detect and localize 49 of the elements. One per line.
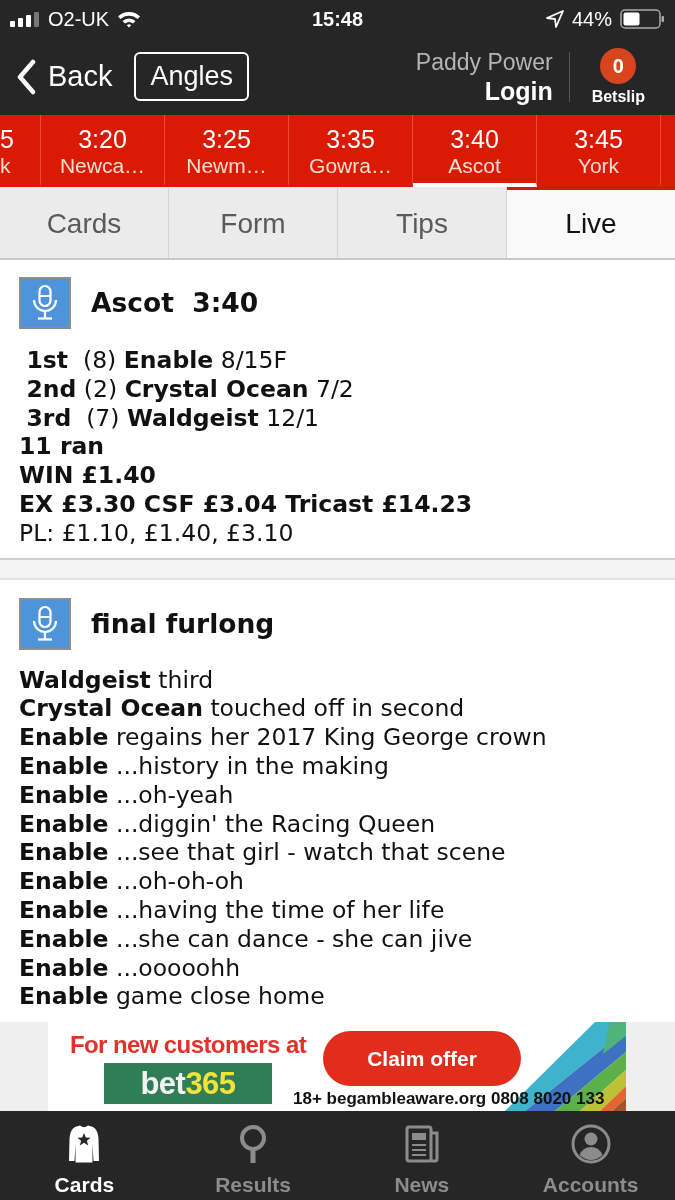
location-arrow-icon [545,10,564,28]
result-summary: 11 ran [19,432,105,462]
wifi-icon [117,10,142,28]
claim-offer-button[interactable]: Claim offer [323,1031,521,1086]
section-tab[interactable]: Live [507,187,675,258]
logo-text: bet365 [140,1065,236,1102]
account-icon [570,1124,611,1164]
signal-icon [10,11,40,27]
commentary-line: Crystal Ocean touched off in second [19,694,465,724]
section-tab[interactable]: Cards [0,187,169,258]
commentary-line: Enable regains her 2017 King George crown [19,723,547,752]
result-line: 3rd (7) Waldgeist 12/1 [25,403,320,433]
result-summary: EX £3.30 CSF £3.04 Tricast £14.23 [19,490,473,519]
section-tab[interactable]: Form [169,187,338,258]
commentary-line: Enable game close home [19,982,325,1012]
brand-name: Paddy Power [415,47,553,76]
chevron-left-icon [15,58,37,95]
result-summary: WIN £1.40 [19,461,156,490]
commentary-line: Enable ...diggin' the Racing Queen [19,809,436,839]
battery-percent: 44% [571,7,612,32]
post-title: final furlong [91,606,275,641]
microphone-icon [19,277,71,329]
commentary-line: Enable ...oh-yeah [19,780,234,810]
back-button[interactable]: Back [15,54,113,99]
commentary-line: Enable ...having the time of her life [19,895,445,925]
angles-button[interactable]: Angles [134,52,250,101]
result-line: 1st (8) Enable 8/15F [25,346,287,375]
commentary-line: Enable ...oh-oh-oh [19,867,244,896]
count-badge: 0 [600,47,637,84]
commentary-line: Enable ...ooooohh [19,953,241,983]
nav-tab[interactable]: Accounts [506,1111,675,1200]
nav-tab[interactable]: News [337,1111,507,1200]
result-line: 2nd (2) Crystal Ocean 7/2 [25,374,354,404]
commentary-line: Enable ...see that girl - watch that scene [19,838,506,868]
carrier-name: O2-UK [48,7,110,32]
commentary-line: Enable ...history in the making [19,751,389,781]
section-tab[interactable]: Tips [338,187,507,258]
post-title: Ascot 3:40 [91,286,259,321]
commentary-line: Enable ...she can dance - she can jive [19,924,473,954]
ad-headline: For new customers at [70,1032,307,1058]
clock-time: 15:48 [311,7,364,32]
microphone-icon [19,597,71,650]
betslip-label[interactable]: Betslip [591,87,645,106]
nav-tab[interactable]: Results [168,1111,338,1200]
commentary-line: Waldgeist third [19,665,214,695]
nav-tab[interactable]: Cards [0,1111,169,1200]
login-link[interactable]: Login [484,75,553,106]
place-dividends: PL: £1.10, £1.40, £3.10 [19,518,294,548]
battery-icon [620,9,665,29]
